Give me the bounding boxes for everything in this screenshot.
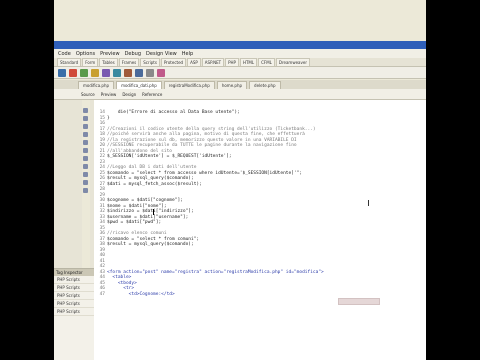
highlight-icon[interactable] (83, 140, 88, 145)
insert-else-icon[interactable] (102, 68, 110, 77)
insert-if-icon[interactable] (91, 68, 99, 77)
insert-tab-aspnet[interactable]: ASP.NET (201, 58, 225, 66)
syntax-icon[interactable] (83, 148, 88, 153)
insert-tab-standard[interactable]: Standard (57, 58, 82, 66)
panel-row[interactable]: PHP Scripts (54, 292, 94, 300)
tag-inspector-panel: Tag Inspector PHP Scripts PHP Scripts PH… (54, 268, 94, 360)
view-design-button[interactable]: Design (122, 92, 136, 97)
insert-bar-tabs: Standard Form Tables Frames Scripts Prot… (54, 58, 426, 67)
menu-item-help[interactable]: Help (182, 51, 193, 57)
insert-comment-icon[interactable] (80, 68, 88, 77)
tab-home[interactable]: home.php (216, 81, 248, 89)
hint-tooltip (338, 298, 380, 305)
insert-tab-asp[interactable]: ASP (187, 58, 201, 66)
insert-echo-icon[interactable] (69, 68, 77, 77)
menu-item-code[interactable]: Code (58, 51, 71, 57)
view-source-button[interactable]: Source (81, 92, 95, 97)
dreamweaver-window: Code Options Preview Debug Design View H… (54, 0, 426, 360)
uncomment-icon[interactable] (83, 164, 88, 169)
menu-item-options[interactable]: Options (76, 51, 95, 57)
text-cursor (153, 209, 154, 215)
code-line[interactable]: //poiché servirà anche alla pagina, moti… (107, 132, 324, 138)
line-numbers-icon[interactable] (83, 132, 88, 137)
code-line[interactable]: <td>Cognome:</td> (107, 292, 324, 298)
title-bar (54, 41, 426, 49)
insert-toolbar (54, 67, 426, 79)
code-text[interactable]: die("Errore di accesso al Data Base uten… (107, 110, 324, 297)
insert-require-icon[interactable] (124, 68, 132, 77)
insert-tab-tables[interactable]: Tables (99, 58, 118, 66)
tab-modifica-dati[interactable]: modifica_dati.php (116, 81, 162, 89)
expand-icon[interactable] (83, 116, 88, 121)
code-line[interactable]: <form action="post" name="registra" acti… (107, 270, 324, 276)
view-reference-button[interactable]: Reference (142, 92, 162, 97)
insert-include-icon[interactable] (113, 68, 121, 77)
document-tabs: modifica.php modifica_dati.php registraM… (54, 80, 426, 89)
insert-tab-dreamweaver[interactable]: Dreamweaver (275, 58, 310, 66)
line-number: 47 (99, 291, 105, 297)
tab-delete[interactable]: delete.php (249, 81, 281, 89)
view-bar: Source Preview Design Reference (54, 89, 426, 100)
menu-bar: Code Options Preview Debug Design View H… (54, 49, 426, 58)
line-number-gutter: 14 15 16 17 18 19 20 21 22 23 24 25 26 27 28 29 30 31 32 33… (94, 110, 105, 297)
code-line[interactable]: //SESSIONE recuperabile da TUTTE le pagi… (107, 143, 324, 149)
insert-tab-html[interactable]: HTML (239, 58, 258, 66)
indent-icon[interactable] (83, 172, 88, 177)
tag-inspector-header: Tag Inspector (54, 269, 94, 276)
comment-icon[interactable] (83, 156, 88, 161)
outdent-icon[interactable] (83, 180, 88, 185)
panel-row[interactable]: PHP Scripts (54, 300, 94, 308)
view-preview-button[interactable]: Preview (101, 92, 117, 97)
menu-item-design-view[interactable]: Design View (146, 51, 177, 57)
format-icon[interactable] (83, 188, 88, 193)
tab-registra-modifica[interactable]: registraModifica.php (163, 81, 215, 89)
insert-tab-php[interactable]: PHP (225, 58, 239, 66)
collapse-icon[interactable] (83, 108, 88, 113)
code-editor[interactable]: 14 15 16 17 18 19 20 21 22 23 24 25 26 27 28 29 30 31 32 33… (94, 100, 426, 360)
insert-tab-frames[interactable]: Frames (118, 58, 140, 66)
insert-tab-form[interactable]: Form (82, 58, 99, 66)
wrap-icon[interactable] (83, 124, 88, 129)
insert-tab-cfml[interactable]: CFML (258, 58, 275, 66)
insert-tab-scripts[interactable]: Scripts (140, 58, 160, 66)
menu-item-preview[interactable]: Preview (100, 51, 119, 57)
mouse-ibeam (368, 200, 369, 206)
tab-modifica[interactable]: modifica.php (78, 81, 115, 89)
code-toolbar (82, 100, 90, 270)
menu-item-debug[interactable]: Debug (125, 51, 141, 57)
insert-loop-icon[interactable] (135, 68, 143, 77)
insert-php-icon[interactable] (58, 68, 66, 77)
panel-row[interactable]: PHP Scripts (54, 308, 94, 316)
panel-row[interactable]: PHP Scripts (54, 276, 94, 284)
insert-tab-protected[interactable]: Protected (160, 58, 187, 66)
insert-function-icon[interactable] (146, 68, 154, 77)
insert-variable-icon[interactable] (157, 68, 165, 77)
panel-row[interactable]: PHP Scripts (54, 284, 94, 292)
